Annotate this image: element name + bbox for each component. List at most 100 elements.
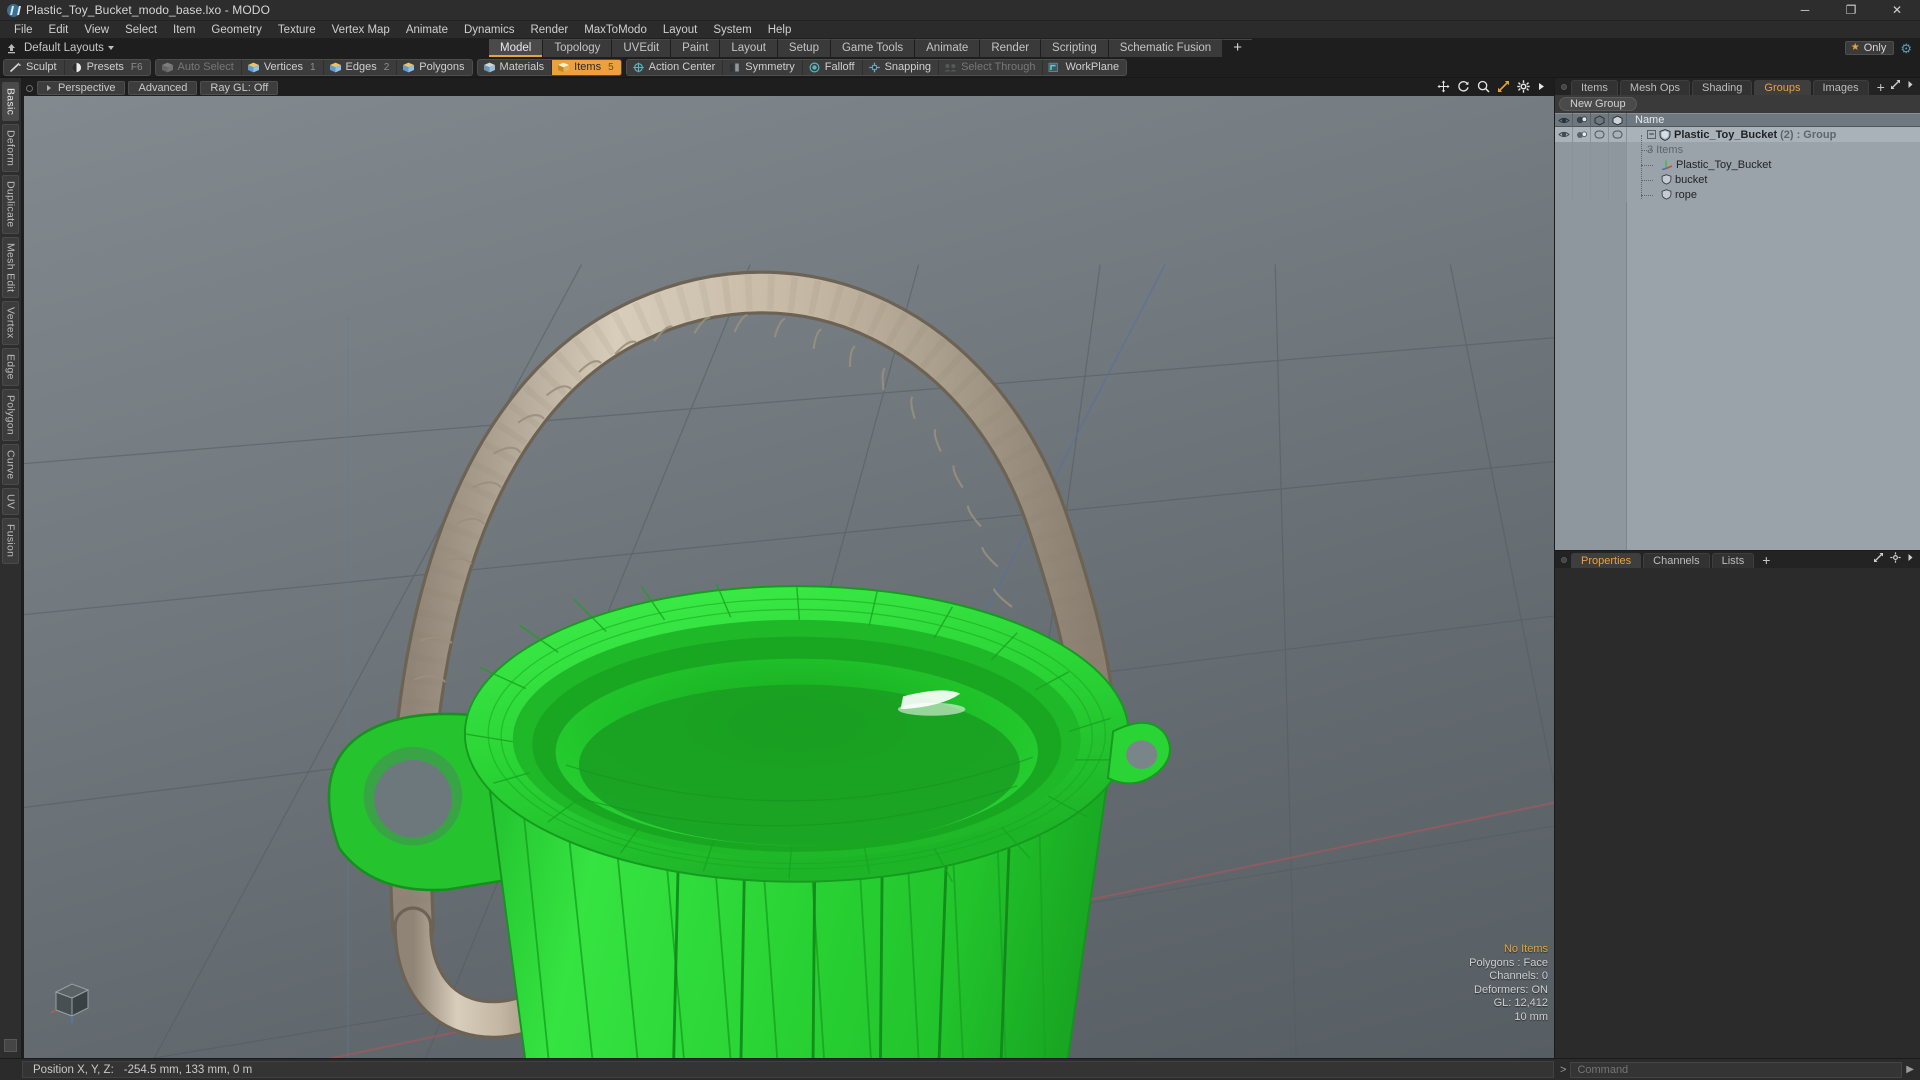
left-tab-edge[interactable]: Edge: [2, 347, 19, 386]
layout-tab-render[interactable]: Render: [980, 39, 1042, 57]
layout-tab-game-tools[interactable]: Game Tools: [830, 39, 916, 57]
properties-menu-dot-icon[interactable]: [1561, 557, 1567, 563]
gear-icon[interactable]: [1890, 552, 1901, 566]
left-strip-swatch[interactable]: [4, 1039, 17, 1052]
gear-icon[interactable]: ⚙: [1900, 42, 1912, 55]
row-render-visibility-icon[interactable]: [1573, 127, 1591, 142]
new-group-button[interactable]: New Group: [1559, 96, 1637, 111]
panel-expand-icon[interactable]: [1890, 79, 1901, 93]
toolbar-falloff-button[interactable]: Falloff: [803, 59, 863, 75]
toolbar-symmetry-button[interactable]: Symmetry: [723, 59, 803, 75]
viewport-settings-gear-icon[interactable]: [1517, 80, 1530, 96]
toolbar-sculpt-button[interactable]: Sculpt: [4, 59, 65, 75]
layout-tab-topology[interactable]: Topology: [543, 39, 613, 57]
menu-select[interactable]: Select: [117, 21, 165, 39]
layout-tab-model[interactable]: Model: [489, 39, 544, 57]
toolbar-snapping-button[interactable]: Snapping: [863, 59, 940, 75]
menu-render[interactable]: Render: [522, 21, 576, 39]
layout-tab-scripting[interactable]: Scripting: [1041, 39, 1109, 57]
menu-animate[interactable]: Animate: [398, 21, 456, 39]
zoom-viewport-icon[interactable]: [1477, 80, 1490, 96]
layout-tab-schematic-fusion[interactable]: Schematic Fusion: [1108, 39, 1224, 57]
toolbar-workplane-button[interactable]: WorkPlane: [1043, 60, 1126, 75]
menu-file[interactable]: File: [6, 21, 41, 39]
menu-edit[interactable]: Edit: [41, 21, 77, 39]
menu-help[interactable]: Help: [760, 21, 800, 39]
menu-system[interactable]: System: [705, 21, 759, 39]
menu-geometry[interactable]: Geometry: [203, 21, 270, 39]
tree-row[interactable]: bucket: [1555, 172, 1920, 187]
tab-groups[interactable]: Groups: [1754, 80, 1811, 95]
left-tab-fusion[interactable]: Fusion: [2, 518, 19, 564]
close-button[interactable]: ✕: [1874, 0, 1920, 21]
toolbar-action-center-button[interactable]: Action Center: [627, 59, 724, 75]
menu-texture[interactable]: Texture: [270, 21, 324, 39]
tab-lists[interactable]: Lists: [1711, 553, 1755, 568]
layout-tab-uvedit[interactable]: UVEdit: [612, 39, 672, 57]
tab-shading[interactable]: Shading: [1692, 80, 1753, 95]
left-tab-deform[interactable]: Deform: [2, 124, 19, 173]
row-wireframe-toggle[interactable]: [1591, 127, 1609, 142]
fit-viewport-icon[interactable]: [1497, 80, 1510, 96]
viewport-shading-button[interactable]: Advanced: [128, 81, 198, 95]
default-layouts-dropdown[interactable]: Default Layouts: [22, 42, 114, 54]
tree-row[interactable]: 3 Items: [1555, 142, 1920, 157]
tree-row[interactable]: rope: [1555, 187, 1920, 202]
toolbar-items-button[interactable]: Items 5: [552, 59, 621, 75]
left-tab-basic[interactable]: Basic: [2, 82, 19, 122]
command-history-arrow-icon[interactable]: ▶: [1906, 1064, 1914, 1075]
groups-tree[interactable]: − Plastic_Toy_Bucket (2): Group 3 Items Plas…: [1555, 127, 1920, 550]
tab-mesh-ops[interactable]: Mesh Ops: [1619, 80, 1691, 95]
left-tab-duplicate[interactable]: Duplicate: [2, 175, 19, 234]
viewport-3d[interactable]: No Items Polygons : Face Channels: 0 Def…: [24, 96, 1554, 1058]
panel-expand-icon[interactable]: [1873, 552, 1884, 566]
rotate-viewport-icon[interactable]: [1457, 80, 1470, 96]
minimize-button[interactable]: ─: [1782, 0, 1828, 21]
command-input[interactable]: [1570, 1061, 1903, 1078]
panel-more-arrow-icon[interactable]: [1907, 79, 1914, 93]
viewport-expand-arrow-icon[interactable]: [1537, 80, 1546, 96]
maximize-button[interactable]: ❐: [1828, 0, 1874, 21]
row-eye-visibility-icon[interactable]: [1555, 127, 1573, 142]
toolbar-polygons-button[interactable]: Polygons: [397, 60, 471, 75]
add-properties-tab-button[interactable]: +: [1756, 553, 1776, 568]
move-viewport-icon[interactable]: [1437, 80, 1450, 96]
left-tab-vertex[interactable]: Vertex: [2, 301, 19, 345]
tab-properties[interactable]: Properties: [1571, 553, 1642, 568]
viewport-perspective-button[interactable]: Perspective: [37, 81, 126, 95]
tree-row[interactable]: Plastic_Toy_Bucket: [1555, 157, 1920, 172]
layout-tab-animate[interactable]: Animate: [915, 39, 981, 57]
tree-col-empty: [1573, 172, 1591, 187]
only-toggle-button[interactable]: ★ Only: [1844, 41, 1895, 55]
tree-row[interactable]: − Plastic_Toy_Bucket (2): Group: [1555, 127, 1920, 142]
menu-layout[interactable]: Layout: [655, 21, 706, 39]
layout-tab-paint[interactable]: Paint: [671, 39, 721, 57]
tab-images[interactable]: Images: [1812, 80, 1869, 95]
left-tab-polygon[interactable]: Polygon: [2, 388, 19, 441]
tab-channels[interactable]: Channels: [1643, 553, 1710, 568]
viewport-menu-dot-icon[interactable]: [26, 84, 33, 92]
tab-items[interactable]: Items: [1571, 80, 1618, 95]
panel-menu-dot-icon[interactable]: [1561, 84, 1567, 90]
viewport-raygl-button[interactable]: Ray GL: Off: [200, 81, 279, 95]
add-dock-tab-button[interactable]: +: [1871, 80, 1891, 95]
menu-view[interactable]: View: [76, 21, 117, 39]
left-tab-mesh-edit[interactable]: Mesh Edit: [2, 236, 19, 299]
toolbar-edges-button[interactable]: Edges 2: [324, 59, 398, 75]
left-tab-uv[interactable]: UV: [2, 488, 19, 516]
toolbar-materials-button[interactable]: Materials: [478, 59, 553, 75]
layout-tab-layout[interactable]: Layout: [720, 39, 778, 57]
layout-tab-setup[interactable]: Setup: [777, 39, 831, 57]
toolbar-presets-button[interactable]: Presets F6: [65, 60, 150, 75]
menu-vertex-map[interactable]: Vertex Map: [324, 21, 398, 39]
add-layout-tab-button[interactable]: +: [1223, 39, 1252, 57]
toolbar-vertices-button[interactable]: Vertices 1: [242, 59, 324, 75]
panel-more-arrow-icon[interactable]: [1907, 552, 1914, 566]
menu-dynamics[interactable]: Dynamics: [456, 21, 522, 39]
menu-maxtomodo[interactable]: MaxToModo: [576, 21, 655, 39]
tree-expander-collapse-icon[interactable]: −: [1647, 130, 1656, 139]
left-tab-curve[interactable]: Curve: [2, 443, 19, 486]
home-layout-icon[interactable]: [0, 39, 22, 57]
menu-item[interactable]: Item: [165, 21, 203, 39]
row-shade-toggle[interactable]: [1609, 127, 1627, 142]
